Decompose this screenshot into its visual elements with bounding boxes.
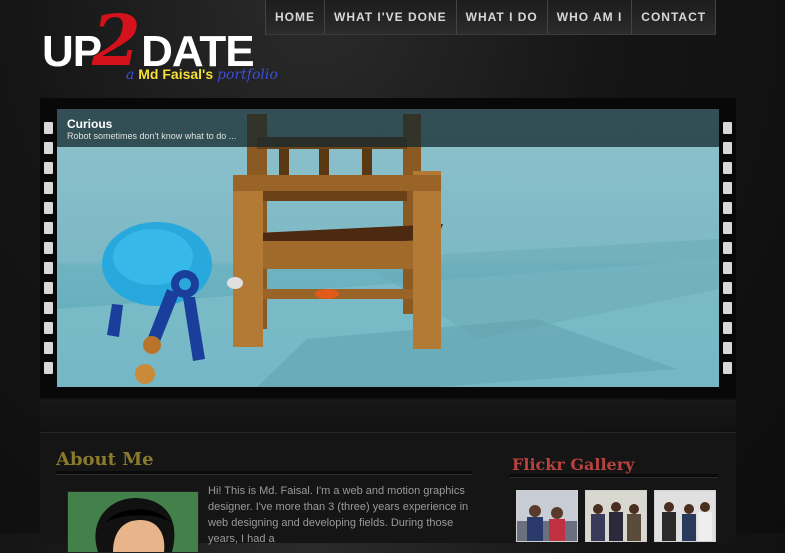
flickr-thumb[interactable] (516, 490, 578, 542)
tagline-a: a (126, 67, 135, 83)
slide-caption: Curious Robot sometimes don't know what … (57, 109, 719, 147)
tagline-name: Md Faisal's (138, 66, 214, 82)
flickr-thumb[interactable] (585, 490, 647, 542)
slide-caption-title: Curious (67, 117, 113, 131)
photo-thumbnail (655, 491, 715, 541)
tagline-portfolio: portfolio (217, 67, 278, 83)
flickr-thumb[interactable] (654, 490, 716, 542)
nav-what-ive-done[interactable]: WHAT I'VE DONE (324, 0, 456, 35)
photo-thumbnail (517, 491, 577, 541)
slider-footer-bar (40, 400, 736, 430)
avatar-illustration (68, 492, 198, 552)
about-heading: About Me (56, 449, 154, 470)
nav-home[interactable]: HOME (265, 0, 324, 35)
site-logo[interactable]: 2 UP DATE a Md Faisal's portfolio (40, 6, 300, 87)
film-sprockets-right (723, 122, 733, 382)
logo-prefix: UP (42, 27, 102, 76)
robot-chair-illustration (57, 114, 719, 387)
main-nav: HOME WHAT I'VE DONE WHAT I DO WHO AM I C… (265, 0, 717, 35)
nav-contact[interactable]: CONTACT (631, 0, 717, 35)
about-divider (56, 471, 472, 475)
slider-frame: Curious Robot sometimes don't know what … (40, 98, 736, 398)
avatar (67, 491, 199, 553)
logo-tagline: a Md Faisal's portfolio (126, 66, 278, 83)
film-sprockets-left (44, 122, 54, 382)
flickr-thumbnails (516, 490, 716, 542)
slide-image[interactable]: Curious Robot sometimes don't know what … (57, 109, 719, 387)
content-area: About Me Hi! This is Md. Faisal. I'm a w… (40, 432, 736, 553)
nav-who-am-i[interactable]: WHO AM I (546, 0, 632, 35)
slide-caption-text: Robot sometimes don't know what to do ..… (67, 131, 237, 141)
nav-what-i-do[interactable]: WHAT I DO (455, 0, 547, 35)
photo-thumbnail (586, 491, 646, 541)
flickr-divider (510, 474, 718, 478)
about-text: Hi! This is Md. Faisal. I'm a web and mo… (208, 485, 469, 545)
flickr-heading: Flickr Gallery (512, 455, 635, 474)
